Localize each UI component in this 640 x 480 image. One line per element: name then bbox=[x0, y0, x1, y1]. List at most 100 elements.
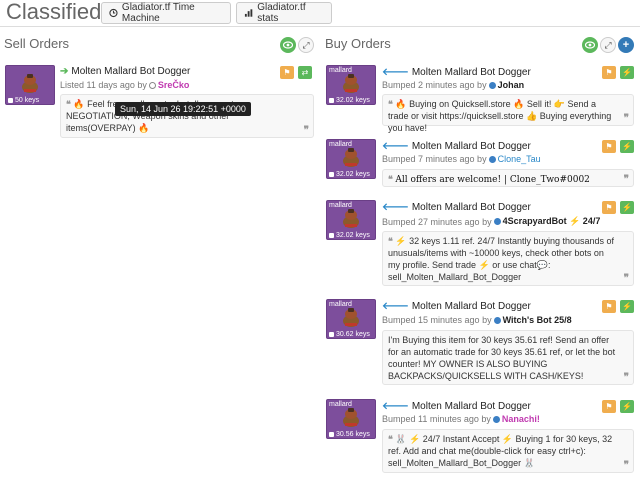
price-tag: 32.02 keys bbox=[329, 171, 370, 178]
tag-icon bbox=[329, 233, 334, 238]
duck-hat-icon bbox=[22, 74, 38, 93]
item-thumbnail[interactable]: 50 keys bbox=[5, 65, 55, 105]
item-thumbnail[interactable]: mallard 30.56 keys bbox=[326, 399, 376, 439]
listing-comment: ❝ ⚡ 32 keys 1.11 ref. 24/7 Instantly buy… bbox=[382, 231, 634, 286]
duck-hat-icon bbox=[343, 408, 359, 427]
flag-button[interactable]: ⚑ bbox=[602, 66, 616, 79]
price-tag: 32.02 keys bbox=[329, 232, 370, 239]
flag-icon: ⚑ bbox=[605, 68, 613, 77]
close-quote-icon: ❞ bbox=[623, 174, 629, 185]
duck-hat-icon bbox=[343, 209, 359, 228]
open-quote-icon: ❝ bbox=[388, 236, 393, 246]
stats-button[interactable]: Gladiator.tf stats bbox=[236, 2, 332, 24]
close-quote-icon: ❞ bbox=[303, 125, 309, 136]
sell-eye-button[interactable] bbox=[280, 37, 296, 53]
buy-add-button[interactable]: + bbox=[618, 37, 634, 53]
flag-button[interactable]: ⚑ bbox=[602, 300, 616, 313]
flag-button[interactable]: ⚑ bbox=[602, 400, 616, 413]
buy-eye-button[interactable] bbox=[582, 37, 598, 53]
status-dot-icon bbox=[488, 81, 496, 89]
listing-meta: Listed 11 days ago by SreČko bbox=[60, 80, 190, 90]
flag-icon: ⚑ bbox=[605, 203, 613, 212]
item-title[interactable]: ➔ Molten Mallard Bot Dogger bbox=[60, 66, 190, 77]
eye-icon bbox=[283, 41, 293, 49]
trade-button[interactable]: ⚡ bbox=[620, 66, 634, 79]
lightning-icon: ⚡ bbox=[622, 203, 632, 212]
flag-button[interactable]: ⚑ bbox=[280, 66, 294, 79]
close-quote-icon: ❞ bbox=[623, 273, 629, 284]
user-link[interactable]: Clone_Tau bbox=[498, 154, 541, 164]
tag-icon bbox=[329, 172, 334, 177]
tag-icon bbox=[329, 432, 334, 437]
buy-expand-button[interactable]: ⤢ bbox=[600, 37, 616, 53]
close-quote-icon: ❞ bbox=[623, 113, 629, 124]
lightning-icon: ⚡ bbox=[622, 402, 632, 411]
listing-comment: ❝ 🔥 Feel free ... , I'm not a bot, I'm o… bbox=[60, 94, 314, 138]
listing-meta: Bumped 27 minutes ago by 4ScrapyardBot ⚡… bbox=[382, 216, 601, 227]
price-tag: 30.56 keys bbox=[329, 431, 370, 438]
listing-comment: ❝ 🐰 ⚡ 24/7 Instant Accept ⚡ Buying 1 for… bbox=[382, 429, 634, 473]
time-machine-button[interactable]: Gladiator.tf Time Machine bbox=[101, 2, 231, 24]
item-thumbnail[interactable]: mallard 32.02 keys bbox=[326, 200, 376, 240]
flag-button[interactable]: ⚑ bbox=[602, 140, 616, 153]
status-dot-icon bbox=[488, 155, 496, 163]
tag-icon bbox=[329, 332, 334, 337]
item-title[interactable]: 🡐 Molten Mallard Bot Dogger bbox=[382, 400, 531, 413]
status-dot-icon bbox=[492, 415, 500, 423]
close-quote-icon: ❞ bbox=[623, 372, 629, 383]
page-title: Classifieds bbox=[6, 0, 113, 24]
item-thumbnail[interactable]: mallard 32.02 keys bbox=[326, 139, 376, 179]
open-quote-icon: ❝ bbox=[388, 174, 393, 184]
price-tag: 50 keys bbox=[8, 97, 39, 104]
listing-meta: Bumped 7 minutes ago by Clone_Tau bbox=[382, 154, 541, 164]
flag-icon: ⚑ bbox=[605, 302, 613, 311]
trade-button[interactable]: ⚡ bbox=[620, 201, 634, 214]
user-link[interactable]: SreČko bbox=[158, 80, 190, 90]
item-title[interactable]: 🡐 Molten Mallard Bot Dogger bbox=[382, 300, 531, 313]
timestamp-tooltip: Sun, 14 Jun 26 19:22:51 +0000 bbox=[115, 102, 251, 116]
flag-button[interactable]: ⚑ bbox=[602, 201, 616, 214]
buy-orders-title: Buy Orders bbox=[325, 36, 391, 51]
plus-icon: + bbox=[622, 39, 630, 51]
trade-button[interactable]: ⇄ bbox=[298, 66, 312, 79]
lightning-icon: ⚡ bbox=[622, 302, 632, 311]
trade-button[interactable]: ⚡ bbox=[620, 400, 634, 413]
header-divider bbox=[0, 26, 640, 27]
tag-icon bbox=[329, 98, 334, 103]
eye-icon bbox=[585, 41, 595, 49]
arrow-left-icon: 🡐 bbox=[382, 141, 409, 152]
flag-icon: ⚑ bbox=[605, 142, 613, 151]
arrow-left-icon: 🡐 bbox=[382, 67, 409, 78]
status-dot-icon bbox=[493, 316, 501, 324]
user-link[interactable]: Witch's Bot 25/8 bbox=[503, 315, 572, 325]
item-title[interactable]: 🡐 Molten Mallard Bot Dogger bbox=[382, 66, 531, 79]
user-link[interactable]: 4ScrapyardBot ⚡ 24/7 bbox=[503, 216, 601, 227]
sell-expand-button[interactable]: ⤢ bbox=[298, 37, 314, 53]
item-title[interactable]: 🡐 Molten Mallard Bot Dogger bbox=[382, 140, 531, 153]
duck-hat-icon bbox=[343, 148, 359, 167]
tag-icon bbox=[8, 98, 13, 103]
bar-chart-icon bbox=[244, 9, 253, 17]
swap-icon: ⇄ bbox=[301, 68, 309, 77]
item-thumbnail[interactable]: mallard 32.02 keys bbox=[326, 65, 376, 105]
listing-meta: Bumped 11 minutes ago by Nanachi! bbox=[382, 414, 540, 424]
listing-meta: Bumped 15 minutes ago by Witch's Bot 25/… bbox=[382, 315, 572, 325]
open-quote-icon: ❝ bbox=[388, 99, 393, 109]
lightning-icon: ⚡ bbox=[622, 142, 632, 151]
expand-icon: ⤢ bbox=[302, 39, 310, 50]
sell-orders-title: Sell Orders bbox=[4, 36, 70, 51]
trade-button[interactable]: ⚡ bbox=[620, 140, 634, 153]
open-quote-icon: ❝ bbox=[388, 434, 393, 444]
trade-button[interactable]: ⚡ bbox=[620, 300, 634, 313]
user-link[interactable]: Johan bbox=[498, 80, 525, 90]
expand-icon: ⤢ bbox=[604, 39, 612, 50]
flag-icon: ⚑ bbox=[605, 402, 613, 411]
user-link[interactable]: Nanachi! bbox=[502, 414, 540, 424]
arrow-left-icon: 🡐 bbox=[382, 401, 409, 412]
flag-icon: ⚑ bbox=[283, 68, 291, 77]
item-thumbnail[interactable]: mallard 30.62 keys bbox=[326, 299, 376, 339]
listing-comment: I'm Buying this item for 30 keys 35.61 r… bbox=[382, 330, 634, 385]
listing-comment: ❝ 🔥 Buying on Quicksell.store 🔥 Sell it!… bbox=[382, 94, 634, 133]
close-quote-icon: ❞ bbox=[623, 460, 629, 471]
item-title[interactable]: 🡐 Molten Mallard Bot Dogger bbox=[382, 201, 531, 214]
